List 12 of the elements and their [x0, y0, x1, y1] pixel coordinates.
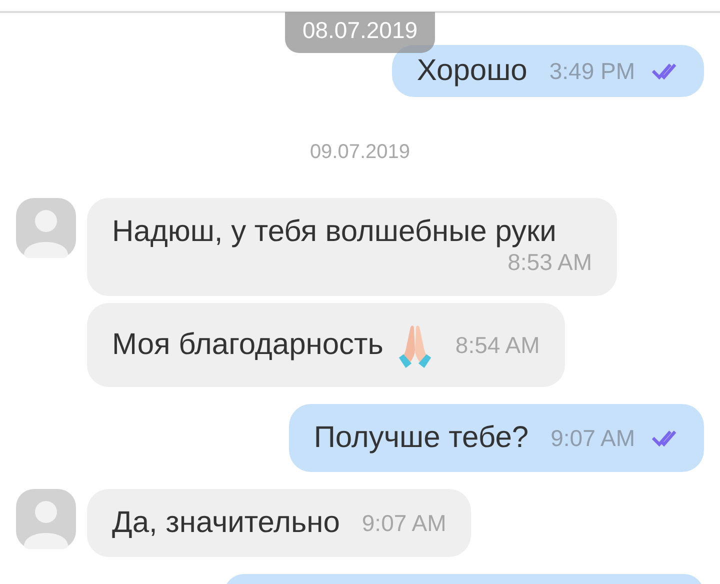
- message-time: 8:54 AM: [455, 331, 540, 360]
- message-time: 9:07 AM: [362, 509, 446, 538]
- message-time: 8:53 AM: [508, 248, 592, 277]
- date-badge: 08.07.2019: [285, 12, 435, 53]
- message-text: Получше тебе?: [314, 423, 529, 453]
- message-text: Надюш, у тебя волшебные руки: [112, 217, 556, 247]
- message-time: 3:49 PM: [549, 57, 635, 86]
- date-separator: 09.07.2019: [310, 141, 410, 164]
- message-text: Да, значительно: [112, 508, 340, 538]
- message-text: Хорошо: [416, 56, 528, 86]
- message-text: Моя благодарность: [112, 330, 384, 360]
- message-time: 9:07 AM: [550, 424, 635, 453]
